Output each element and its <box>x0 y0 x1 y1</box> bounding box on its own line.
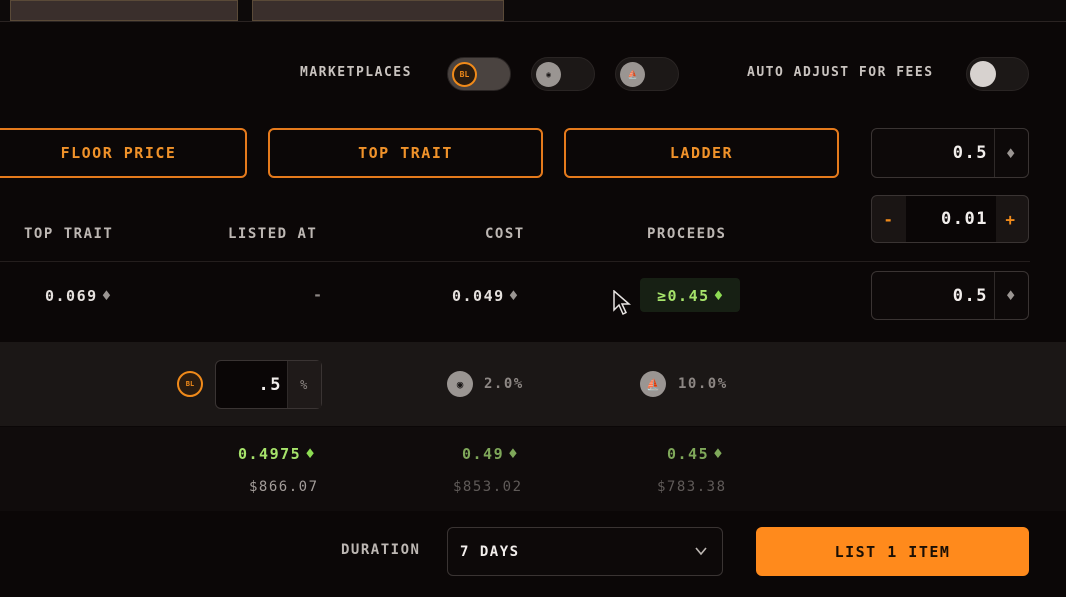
list-item-button[interactable]: LIST 1 ITEM <box>756 527 1029 576</box>
eth-icon: ♦ <box>713 444 725 463</box>
eye-icon: ◉ <box>536 62 561 87</box>
boat-icon: ⛵ <box>620 62 645 87</box>
percent-unit: % <box>287 361 321 408</box>
floor-price-button[interactable]: FLOOR PRICE <box>0 128 247 178</box>
top-trait-value: 0.069 <box>45 287 98 305</box>
eth-icon: ♦ <box>508 286 520 305</box>
cost-value: 0.049 <box>452 287 505 305</box>
blur-total-eth: 0.4975 <box>238 445 302 463</box>
stepper-value[interactable]: 0.01 <box>906 196 996 242</box>
eth-icon: ♦ <box>101 286 113 305</box>
decrement-button[interactable]: - <box>872 196 906 242</box>
row-listed-at: - <box>313 286 324 304</box>
totals-row <box>0 427 1066 511</box>
price-input-value: 0.5 <box>952 143 988 163</box>
boat-fee: 10.0% <box>678 376 728 392</box>
duration-label: DURATION <box>341 542 421 558</box>
nft-thumbnail[interactable] <box>10 0 238 21</box>
header-top-trait: TOP TRAIT <box>24 226 114 242</box>
blur-icon: BL <box>452 62 477 87</box>
blur-total-usd: $866.07 <box>249 479 319 495</box>
boat-total-eth: 0.45 <box>667 445 710 463</box>
proceeds-value: ≥0.45 <box>657 287 710 305</box>
eye-icon: ◉ <box>447 371 473 397</box>
row-proceeds: ≥0.45 ♦ <box>657 286 725 305</box>
price-input[interactable]: 0.5 ♦ <box>871 128 1029 178</box>
increment-button[interactable]: + <box>994 196 1028 242</box>
opensea-total-eth: 0.49 <box>462 445 505 463</box>
row-price-value: 0.5 <box>952 285 988 306</box>
increment-stepper[interactable]: - 0.01 + <box>871 195 1029 243</box>
auto-adjust-toggle[interactable] <box>966 57 1029 91</box>
header-listed-at: LISTED AT <box>228 226 318 242</box>
row-cost: 0.049 ♦ <box>452 286 520 305</box>
header-cost: COST <box>485 226 525 242</box>
duration-select[interactable]: 7 DAYS <box>447 527 723 576</box>
marketplace-toggle-opensea[interactable]: ◉ <box>531 57 595 91</box>
header-proceeds: PROCEEDS <box>647 226 727 242</box>
opensea-fee: 2.0% <box>484 376 524 392</box>
ladder-button[interactable]: LADDER <box>564 128 839 178</box>
boat-total: 0.45 ♦ <box>667 444 724 463</box>
marketplaces-label: MARKETPLACES <box>300 65 412 80</box>
blur-icon: BL <box>177 371 203 397</box>
marketplace-toggle-boat[interactable]: ⛵ <box>615 57 679 91</box>
duration-value: 7 DAYS <box>460 543 520 560</box>
top-trait-button[interactable]: TOP TRAIT <box>268 128 543 178</box>
blur-fee-input[interactable]: .5 % <box>215 360 322 409</box>
mouse-cursor-icon <box>613 290 631 316</box>
blur-total: 0.4975 ♦ <box>238 444 316 463</box>
row-top-trait: 0.069 ♦ <box>45 286 113 305</box>
boat-icon: ⛵ <box>640 371 666 397</box>
eth-icon: ♦ <box>713 286 725 305</box>
nft-thumbnail[interactable] <box>252 0 504 21</box>
row-price-input[interactable]: 0.5 ♦ <box>871 271 1029 320</box>
divider <box>0 261 1030 262</box>
opensea-total: 0.49 ♦ <box>462 444 519 463</box>
eth-icon: ♦ <box>994 272 1028 319</box>
marketplace-toggle-blur[interactable]: BL <box>447 57 511 91</box>
eth-icon: ♦ <box>508 444 520 463</box>
blur-fee-value: .5 <box>258 374 282 395</box>
fees-row <box>0 342 1066 426</box>
chevron-down-icon <box>695 547 707 556</box>
opensea-total-usd: $853.02 <box>453 479 523 495</box>
eth-icon: ♦ <box>305 444 317 463</box>
eth-icon: ♦ <box>994 129 1028 177</box>
auto-adjust-label: AUTO ADJUST FOR FEES <box>747 65 934 80</box>
toggle-knob <box>970 61 996 87</box>
boat-total-usd: $783.38 <box>657 479 727 495</box>
